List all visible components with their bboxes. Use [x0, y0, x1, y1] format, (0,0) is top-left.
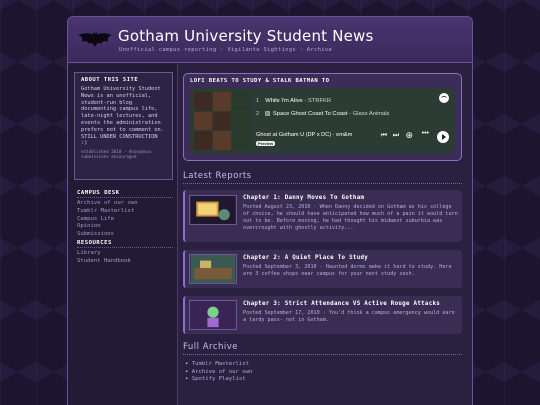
preview-badge: Preview	[256, 141, 276, 146]
latest-reports-heading: Latest Reports	[183, 171, 252, 181]
post-title[interactable]: Chapter 3: Strict Attendance VS Active R…	[243, 301, 440, 307]
post-excerpt: Posted September 3, 2010 · Haunted dorms…	[243, 264, 452, 277]
about-text: Gotham University Student News is an uno…	[81, 86, 164, 133]
campus-desk-heading: CAMPUS DESK	[77, 190, 120, 196]
explicit-badge: E	[265, 111, 270, 116]
sidebar-link-student-handbook[interactable]: Student Handbook	[77, 258, 177, 266]
post-excerpt: Posted August 23, 2010 · When Danny deci…	[243, 204, 458, 231]
site-header: Gotham University Student News Unofficia…	[68, 17, 472, 63]
post-card[interactable]: Chapter 3: Strict Attendance VS Active R…	[183, 296, 462, 334]
post-card[interactable]: Chapter 2: A Quiet Place To Study Posted…	[183, 250, 462, 288]
archive-link-archive-of-our-own[interactable]: Archive of our own	[185, 369, 462, 377]
divider	[183, 354, 462, 355]
sidebar-link-opinion[interactable]: Opinion	[77, 223, 177, 231]
post-thumbnail[interactable]	[189, 300, 237, 330]
main-content: LOFI BEATS TO STUDY & STALK BATMAN TO 1W…	[179, 64, 472, 405]
add-icon[interactable]: ⊕	[405, 130, 413, 141]
track-title: Space Ghost Coast To Coast	[272, 111, 348, 117]
archive-list: Tumblr Masterlist Archive of our own Spo…	[185, 361, 462, 384]
skip-back-icon[interactable]: ⏮	[381, 132, 387, 140]
sidebar-link-campus-life[interactable]: Campus Life	[77, 216, 177, 224]
page-frame: Gotham University Student News Unofficia…	[67, 16, 473, 405]
track-artist: STRFKR	[307, 98, 332, 104]
resources-heading: RESOURCES	[77, 239, 112, 246]
about-title: ABOUT THIS SITE	[81, 77, 139, 83]
sidebar-link-tumblr-masterlist[interactable]: Tumblr Masterlist	[77, 208, 177, 216]
archive-link-spotify-playlist[interactable]: Spotify Playlist	[185, 376, 462, 384]
playlist-cover-image[interactable]	[194, 92, 250, 150]
more-icon[interactable]: •••	[422, 130, 429, 137]
track-number: 1	[256, 98, 260, 104]
about-status: STILL UNDER CONSTRUCTION :)	[81, 133, 158, 147]
post-thumbnail[interactable]	[189, 254, 237, 284]
sidebar: ABOUT THIS SITE Gotham University Studen…	[68, 64, 178, 405]
post-title[interactable]: Chapter 1: Danny Moves To Gotham	[243, 195, 364, 201]
track-row[interactable]: 1 While I'm Alive · STRFKR	[256, 98, 331, 104]
full-archive-heading: Full Archive	[183, 342, 239, 352]
post-excerpt: Posted September 17, 2010 · You'd think …	[243, 310, 455, 323]
post-title[interactable]: Chapter 2: A Quiet Place To Study	[243, 255, 368, 261]
spotify-embed: 1 While I'm Alive · STRFKR 2 E Space Ghost …	[190, 88, 455, 154]
track-title: While I'm Alive	[265, 98, 303, 104]
play-icon[interactable]	[437, 131, 449, 143]
sidebar-link-library[interactable]: Library	[77, 250, 177, 258]
spotify-icon[interactable]	[439, 93, 449, 103]
track-number: 2	[256, 111, 260, 117]
about-footer: established 2010 · Anonymous submissions…	[81, 149, 152, 160]
archive-link-tumblr-masterlist[interactable]: Tumblr Masterlist	[185, 361, 462, 369]
post-card[interactable]: Chapter 1: Danny Moves To Gotham Posted …	[183, 190, 462, 242]
now-playing-title: Ghost at Gotham U (DP x DC) · em&m	[256, 132, 353, 138]
playlist-heading: LOFI BEATS TO STUDY & STALK BATMAN TO	[190, 78, 330, 84]
divider	[77, 197, 173, 198]
post-thumbnail[interactable]	[189, 195, 237, 225]
bat-logo-icon[interactable]	[78, 31, 112, 47]
divider	[183, 183, 462, 184]
site-title[interactable]: Gotham University Student News	[118, 27, 374, 45]
playlist-widget: LOFI BEATS TO STUDY & STALK BATMAN TO 1W…	[183, 73, 462, 161]
sidebar-link-archive-of-our-own[interactable]: Archive of our own	[77, 200, 177, 208]
about-box: ABOUT THIS SITE Gotham University Studen…	[74, 72, 173, 180]
track-row[interactable]: 2 E Space Ghost Coast To Coast · Glass Ani…	[256, 111, 389, 117]
track-artist: Glass Animals	[352, 111, 390, 117]
site-subtitle: Unofficial campus reporting · Vigilante …	[119, 47, 333, 53]
divider	[77, 246, 173, 248]
sidebar-link-submissions[interactable]: Submissions	[77, 231, 177, 239]
skip-forward-icon[interactable]: ⏭	[393, 132, 399, 140]
